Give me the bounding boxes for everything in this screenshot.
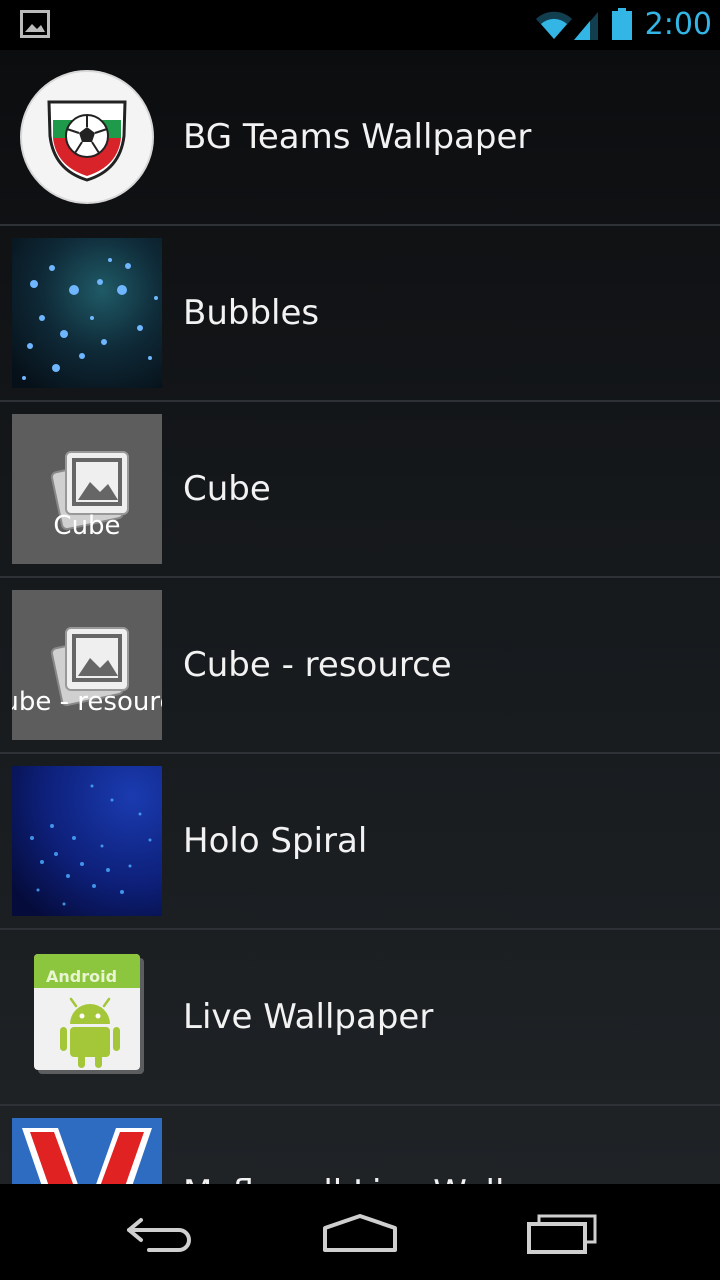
list-item[interactable]: Holo Spiral: [0, 754, 720, 930]
soccer-shield-icon: [20, 68, 154, 206]
red-v-logo-icon: [12, 1118, 162, 1184]
status-bar: 2:00: [0, 0, 720, 50]
placeholder-picture-icon: Cube - resource: [12, 590, 162, 740]
navigation-bar: [0, 1184, 720, 1280]
wallpaper-name: Myflowall Live Wallpaper: [183, 1106, 603, 1184]
thumbnail-caption: Cube - resource: [12, 687, 162, 717]
wallpaper-name: Live Wallpaper: [183, 997, 434, 1037]
wallpaper-name: Bubbles: [183, 293, 320, 333]
wifi-icon: [536, 11, 572, 39]
wallpaper-name: Cube: [183, 469, 271, 509]
android-package-icon: Android: [12, 942, 162, 1092]
recents-button[interactable]: [515, 1204, 605, 1260]
placeholder-picture-icon: Cube: [12, 414, 162, 564]
back-button[interactable]: [115, 1204, 205, 1260]
list-item[interactable]: Android Live Wallpaper: [0, 930, 720, 1106]
wallpaper-list[interactable]: BG Teams Wallpaper Bubbles Cube Cube be …: [0, 50, 720, 1184]
list-item[interactable]: Cube - resource Cube - resource: [0, 578, 720, 754]
wallpaper-name: BG Teams Wallpaper: [183, 117, 532, 157]
cell-signal-icon: [574, 12, 598, 40]
list-item[interactable]: Cube Cube: [0, 402, 720, 578]
package-icon-label: Android: [46, 967, 118, 986]
bubbles-thumbnail: [12, 238, 162, 388]
thumbnail-caption: Cube: [53, 511, 121, 541]
wallpaper-name: Cube - resource: [183, 645, 452, 685]
clock: 2:00: [644, 7, 712, 42]
list-item[interactable]: BG Teams Wallpaper: [0, 50, 720, 226]
list-item[interactable]: Myflowall Live Wallpaper: [0, 1106, 720, 1184]
home-button[interactable]: [315, 1204, 405, 1260]
list-item[interactable]: Bubbles: [0, 226, 720, 402]
wallpaper-name: Holo Spiral: [183, 821, 368, 861]
gallery-notification-icon: [20, 10, 50, 38]
holo-spiral-thumbnail: [12, 766, 162, 916]
battery-icon: [612, 8, 632, 40]
